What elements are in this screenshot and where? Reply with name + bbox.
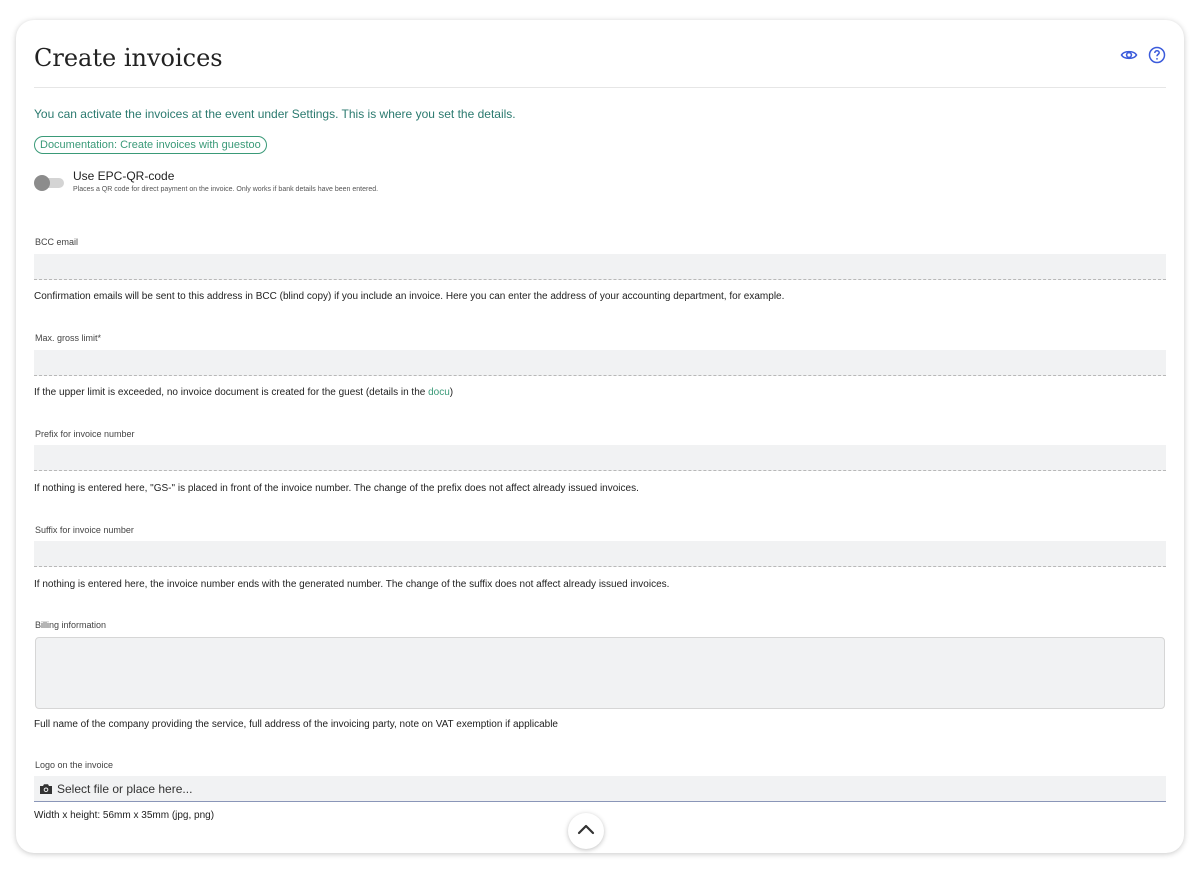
gross-limit-help-end: ) <box>449 387 454 398</box>
help-circle-icon[interactable] <box>1148 46 1166 64</box>
epc-qr-hint: Places a QR code for direct payment on t… <box>73 186 379 193</box>
prefix-input[interactable] <box>34 445 1166 471</box>
gross-limit-help-text: If the upper limit is exceeded, no invoi… <box>34 387 429 398</box>
chevron-up-icon <box>577 822 595 840</box>
title-divider <box>34 87 1166 88</box>
billing-info-help: Full name of the company providing the s… <box>34 719 558 730</box>
camera-icon <box>39 783 53 795</box>
logo-label: Logo on the invoice <box>35 760 114 770</box>
suffix-input[interactable] <box>34 541 1166 567</box>
bcc-email-help: Confirmation emails will be sent to this… <box>34 291 785 302</box>
docu-link[interactable]: docu <box>428 387 450 398</box>
billing-info-textarea[interactable] <box>35 637 1165 709</box>
suffix-label: Suffix for invoice number <box>35 525 134 535</box>
logo-help: Width x height: 56mm x 35mm (jpg, png) <box>34 810 215 821</box>
gross-limit-label: Max. gross limit* <box>35 333 102 343</box>
logo-file-placeholder: Select file or place here... <box>57 781 193 796</box>
page-title: Create invoices <box>34 44 223 72</box>
prefix-label: Prefix for invoice number <box>35 429 135 439</box>
intro-text: You can activate the invoices at the eve… <box>34 107 516 121</box>
prefix-help: If nothing is entered here, "GS-" is pla… <box>34 483 639 494</box>
bcc-email-label: BCC email <box>35 237 79 247</box>
toggle-knob <box>34 175 50 191</box>
logo-file-dropzone[interactable]: Select file or place here... <box>34 776 1166 802</box>
documentation-link[interactable]: Documentation: Create invoices with gues… <box>34 136 267 154</box>
suffix-help: If nothing is entered here, the invoice … <box>34 579 670 590</box>
gross-limit-input[interactable] <box>34 350 1166 376</box>
header-actions <box>1120 46 1166 64</box>
epc-qr-label: Use EPC-QR-code <box>73 169 175 183</box>
epc-qr-toggle[interactable] <box>34 175 64 191</box>
billing-info-label: Billing information <box>35 620 107 630</box>
invoice-settings-card: Create invoices You can activate the inv… <box>16 20 1184 853</box>
eye-icon[interactable] <box>1120 46 1138 64</box>
bcc-email-input[interactable] <box>34 254 1166 280</box>
collapse-button[interactable] <box>568 813 604 849</box>
gross-limit-help: If the upper limit is exceeded, no invoi… <box>34 387 453 398</box>
